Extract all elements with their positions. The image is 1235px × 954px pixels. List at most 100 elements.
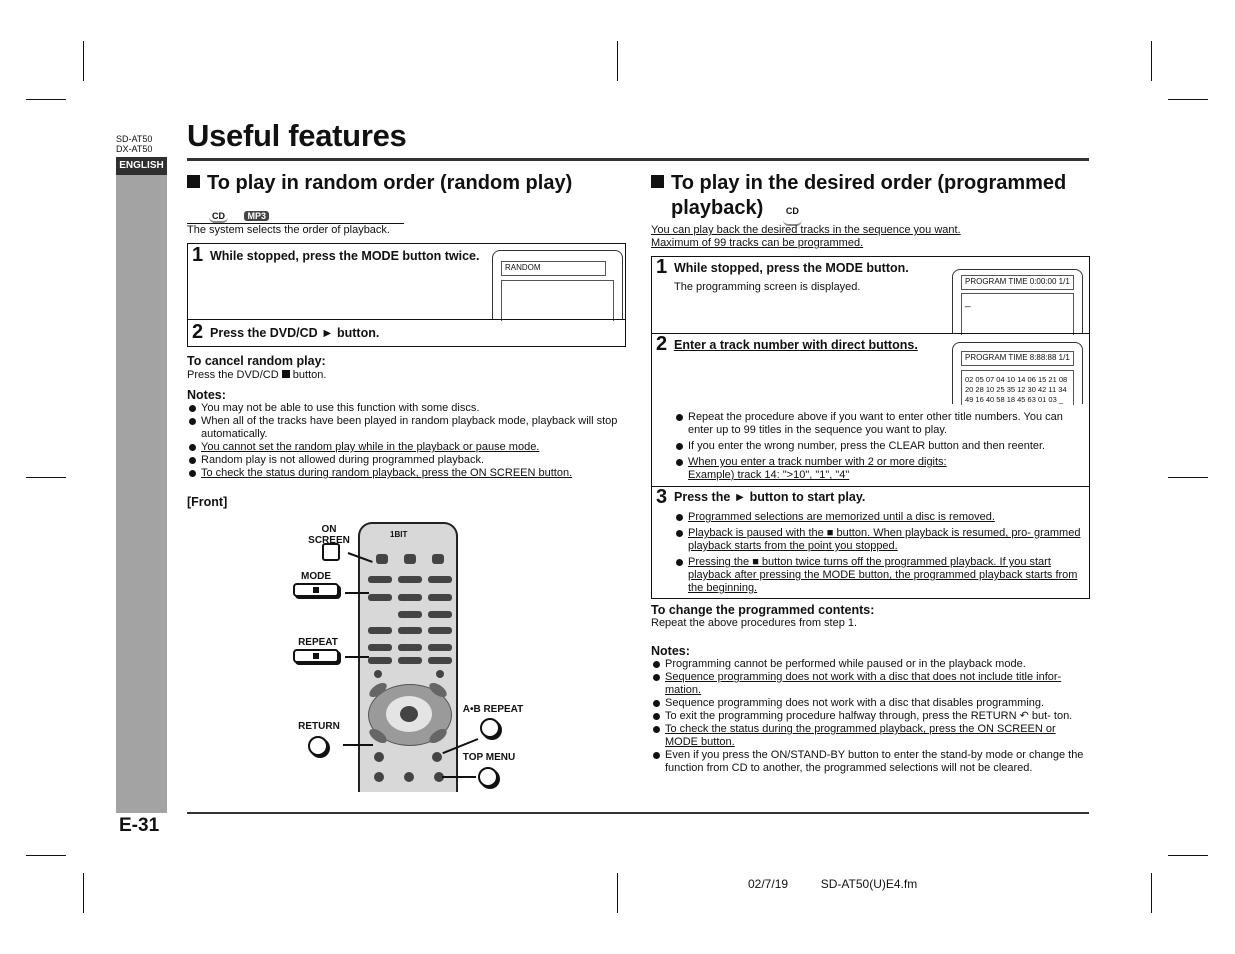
footer-filename: SD-AT50(U)E4.fm xyxy=(820,877,918,891)
screen-status-bar: PROGRAM TIME 8:88:88 1/1 xyxy=(961,351,1074,366)
leader-line xyxy=(442,776,476,778)
random-notes-heading: Notes: xyxy=(187,388,226,402)
change-heading: To change the programmed contents: xyxy=(651,603,875,617)
dynamic-sound-button[interactable] xyxy=(428,576,452,583)
leader-line xyxy=(345,656,369,658)
screen-track-list: 02 05 07 04 10 14 06 15 21 08 20 28 10 2… xyxy=(961,370,1074,405)
bullet-text: Pressing the ■ button twice turns off th… xyxy=(688,556,1078,594)
step-2-bullets: Repeat the procedure above if you want t… xyxy=(674,411,1084,482)
bullet-text: Example) track 14: ">10", "1", "4" xyxy=(688,469,850,481)
on-screen-key-icon xyxy=(322,543,340,561)
function-button[interactable] xyxy=(398,657,422,664)
crop-mark xyxy=(26,477,66,478)
random-heading: To play in random order (random play) xyxy=(187,171,572,196)
note-item: Random play is not allowed during progra… xyxy=(187,454,627,467)
on-standby-button[interactable] xyxy=(376,554,388,564)
still-pause-button[interactable] xyxy=(368,644,392,651)
front-label: [Front] xyxy=(187,495,228,509)
note-item: Programming cannot be performed while pa… xyxy=(651,658,1091,671)
note-item: To exit the programming procedure halfwa… xyxy=(651,710,1091,723)
program-heading-text: playback) xyxy=(671,197,764,219)
step-number: 2 xyxy=(192,321,204,343)
return-callout: RETURN xyxy=(298,721,340,732)
note-item: Even if you press the ON/STAND-BY button… xyxy=(651,749,1091,775)
note-text: You may not be able to use this function… xyxy=(201,402,480,414)
audio-button[interactable] xyxy=(428,594,452,601)
crop-mark xyxy=(1151,873,1152,913)
band-button[interactable] xyxy=(428,657,452,664)
note-text: Random play is not allowed during progra… xyxy=(201,454,485,466)
program-intro-2: Maximum of 99 tracks can be programmed. xyxy=(651,237,864,249)
top-menu-key-icon xyxy=(478,767,498,787)
repeat-button[interactable] xyxy=(368,657,392,664)
program-step-3: 3 Press the ► button to start play. Prog… xyxy=(651,486,1090,599)
ab-repeat-callout: A•B REPEAT xyxy=(462,704,524,715)
enter-button[interactable] xyxy=(400,706,418,722)
standard-button[interactable] xyxy=(398,576,422,583)
cancel-heading: To cancel random play: xyxy=(187,354,326,368)
stop-button[interactable] xyxy=(398,644,422,651)
note-text: Sequence programming does not work with … xyxy=(665,697,1045,709)
on-screen-button[interactable] xyxy=(404,554,416,564)
volume-up-button[interactable] xyxy=(398,611,422,618)
program-notes-heading: Notes: xyxy=(651,644,690,658)
footer-date: 02/7/19 xyxy=(748,877,789,891)
model-name: DX-AT50 xyxy=(116,144,153,154)
bullet-item: When you enter a track number with 2 or … xyxy=(674,456,1084,482)
page-title: Useful features xyxy=(187,118,407,153)
repeat-key-icon xyxy=(293,649,339,663)
return-button[interactable] xyxy=(374,752,384,762)
crop-mark xyxy=(617,41,618,81)
bullet-item: Repeat the procedure above if you want t… xyxy=(674,411,1084,437)
timer-button[interactable] xyxy=(432,554,444,564)
program-heading: To play in the desired order (programmed… xyxy=(651,171,1091,226)
tuner-preset-up-button[interactable] xyxy=(436,670,444,678)
random-notes: You may not be able to use this function… xyxy=(187,402,627,480)
zoom-button[interactable] xyxy=(374,772,384,782)
volume-down-button[interactable] xyxy=(398,627,422,634)
bullet-item: Playback is paused with the ■ button. Wh… xyxy=(674,527,1082,553)
crop-mark xyxy=(1151,41,1152,81)
random-intro: The system selects the order of playback… xyxy=(187,224,390,236)
leader-line xyxy=(343,744,373,746)
step-text: Press the DVD/CD ► button. xyxy=(210,326,380,340)
ab-repeat-button[interactable] xyxy=(432,752,442,762)
disc-icons: CD MP3 xyxy=(209,206,269,224)
display-button[interactable] xyxy=(398,594,422,601)
step-number: 2 xyxy=(656,333,668,355)
note-item: You cannot set the random play while in … xyxy=(187,441,627,454)
title-rule xyxy=(187,158,1089,161)
square-bullet-icon xyxy=(651,175,664,188)
program-notes: Programming cannot be performed while pa… xyxy=(651,658,1091,775)
model-name: SD-AT50 xyxy=(116,134,153,144)
note-text: To check the status during the programme… xyxy=(665,723,1056,748)
track-row: 02 05 07 04 10 14 06 15 21 08 xyxy=(965,375,1068,384)
crop-mark xyxy=(617,873,618,913)
crop-mark xyxy=(1168,99,1208,100)
note-text: You cannot set the random play while in … xyxy=(201,441,540,453)
brand-logo: 1BIT xyxy=(390,530,408,539)
play-button[interactable] xyxy=(428,644,452,651)
mode-key-icon xyxy=(293,583,339,597)
menu-button[interactable] xyxy=(404,772,414,782)
note-item: You may not be able to use this function… xyxy=(187,402,627,415)
note-item: Sequence programming does not work with … xyxy=(651,697,1091,710)
tv-video-button[interactable] xyxy=(368,627,392,634)
stereo-surround-button[interactable] xyxy=(368,576,392,583)
screen-label: RANDOM xyxy=(501,261,606,276)
mode-button[interactable] xyxy=(368,594,392,601)
step-number: 1 xyxy=(656,256,668,278)
channel-up-button[interactable] xyxy=(428,611,452,618)
bottom-rule xyxy=(187,812,1089,814)
page-number: E-31 xyxy=(119,815,160,836)
bullet-text: If you enter the wrong number, press the… xyxy=(688,440,1046,452)
note-text: When all of the tracks have been played … xyxy=(201,415,618,440)
step-number: 3 xyxy=(656,486,668,508)
note-text: To exit the programming procedure halfwa… xyxy=(665,710,1073,722)
leader-line xyxy=(345,592,369,594)
tuner-preset-down-button[interactable] xyxy=(374,670,382,678)
cd-icon: CD xyxy=(209,211,228,223)
channel-down-button[interactable] xyxy=(428,627,452,634)
step-text: While stopped, press the MODE button twi… xyxy=(210,249,480,263)
repeat-callout: REPEAT xyxy=(298,637,338,648)
